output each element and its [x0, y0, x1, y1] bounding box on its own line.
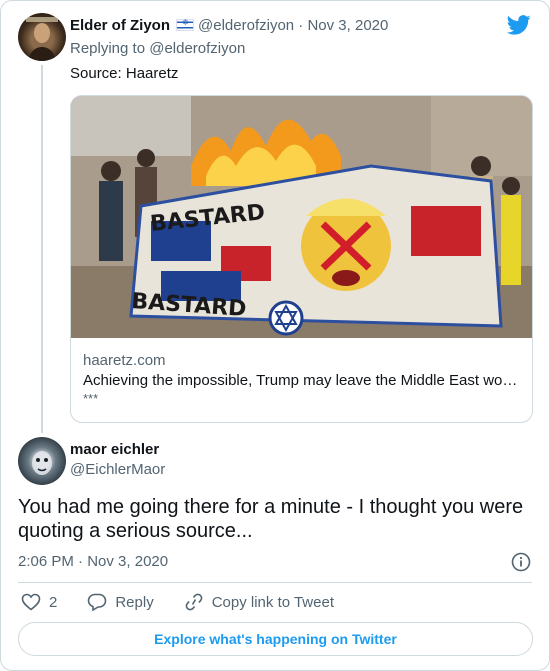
tweet-embed-card: Elder of Ziyon @elderofziyon · Nov 3, 202… [0, 0, 550, 671]
header-separator: · [298, 17, 304, 34]
timestamp-separator: · [78, 553, 84, 570]
reply-date[interactable]: Nov 3, 2020 [87, 553, 168, 570]
copy-link-label: Copy link to Tweet [211, 593, 334, 611]
avatar-portrait-icon [26, 17, 58, 61]
reply-author-handle[interactable]: @EichlerMaor [70, 461, 165, 478]
link-title: Achieving the impossible, Trump may leav… [83, 372, 518, 389]
quoted-author-name[interactable]: Elder of Ziyon [70, 17, 170, 34]
reply-label: Reply [115, 593, 154, 611]
replying-prefix: Replying to [70, 40, 146, 57]
link-description: *** [83, 391, 99, 406]
reply-timestamp[interactable]: 2:06 PM · Nov 3, 2020 [18, 553, 168, 570]
avatar-wolf-icon [32, 451, 52, 475]
reply-button[interactable]: Reply [87, 593, 154, 611]
heart-icon [21, 593, 41, 611]
israel-flag-icon [176, 18, 195, 31]
explore-twitter-button[interactable]: Explore what's happening on Twitter [18, 622, 533, 656]
replying-handle[interactable]: @elderofziyon [149, 40, 245, 57]
link-preview-card[interactable]: BASTARD BASTARD haaretz.com Achieving th… [70, 95, 533, 423]
link-preview-meta: haaretz.com Achieving the impossible, Tr… [83, 352, 520, 406]
quoted-author-handle[interactable]: @elderofziyon [198, 17, 294, 34]
info-icon[interactable] [511, 552, 531, 572]
replying-to-line: Replying to @elderofziyon [70, 40, 245, 57]
quoted-tweet-text: Source: Haaretz [70, 65, 179, 82]
actions-divider [18, 582, 532, 583]
link-icon [185, 593, 203, 611]
reply-tweet-text: You had me going there for a minute - I … [18, 496, 524, 542]
maor-eichler-avatar[interactable] [18, 437, 66, 485]
like-count: 2 [49, 593, 58, 611]
copy-link-button[interactable]: Copy link to Tweet [184, 593, 334, 611]
reply-bubble-icon [88, 593, 107, 611]
tweet-actions-bar: 2 Reply Copy link to Tweet [21, 593, 364, 611]
reply-author-name[interactable]: maor eichler [70, 441, 159, 458]
link-preview-image: BASTARD BASTARD [71, 96, 532, 338]
like-button[interactable]: 2 [21, 593, 57, 611]
quoted-tweet-header: Elder of Ziyon @elderofziyon · Nov 3, 202… [70, 17, 388, 34]
reply-tweet-header: maor eichler @EichlerMaor [70, 441, 165, 478]
reply-time[interactable]: 2:06 PM [18, 553, 74, 570]
quoted-tweet-date[interactable]: Nov 3, 2020 [307, 17, 388, 34]
twitter-bird-icon[interactable] [507, 15, 531, 35]
news-photo: BASTARD BASTARD [71, 96, 532, 338]
thread-connector-line [41, 65, 43, 433]
elder-of-ziyon-avatar[interactable] [18, 13, 66, 61]
link-domain: haaretz.com [83, 352, 166, 369]
